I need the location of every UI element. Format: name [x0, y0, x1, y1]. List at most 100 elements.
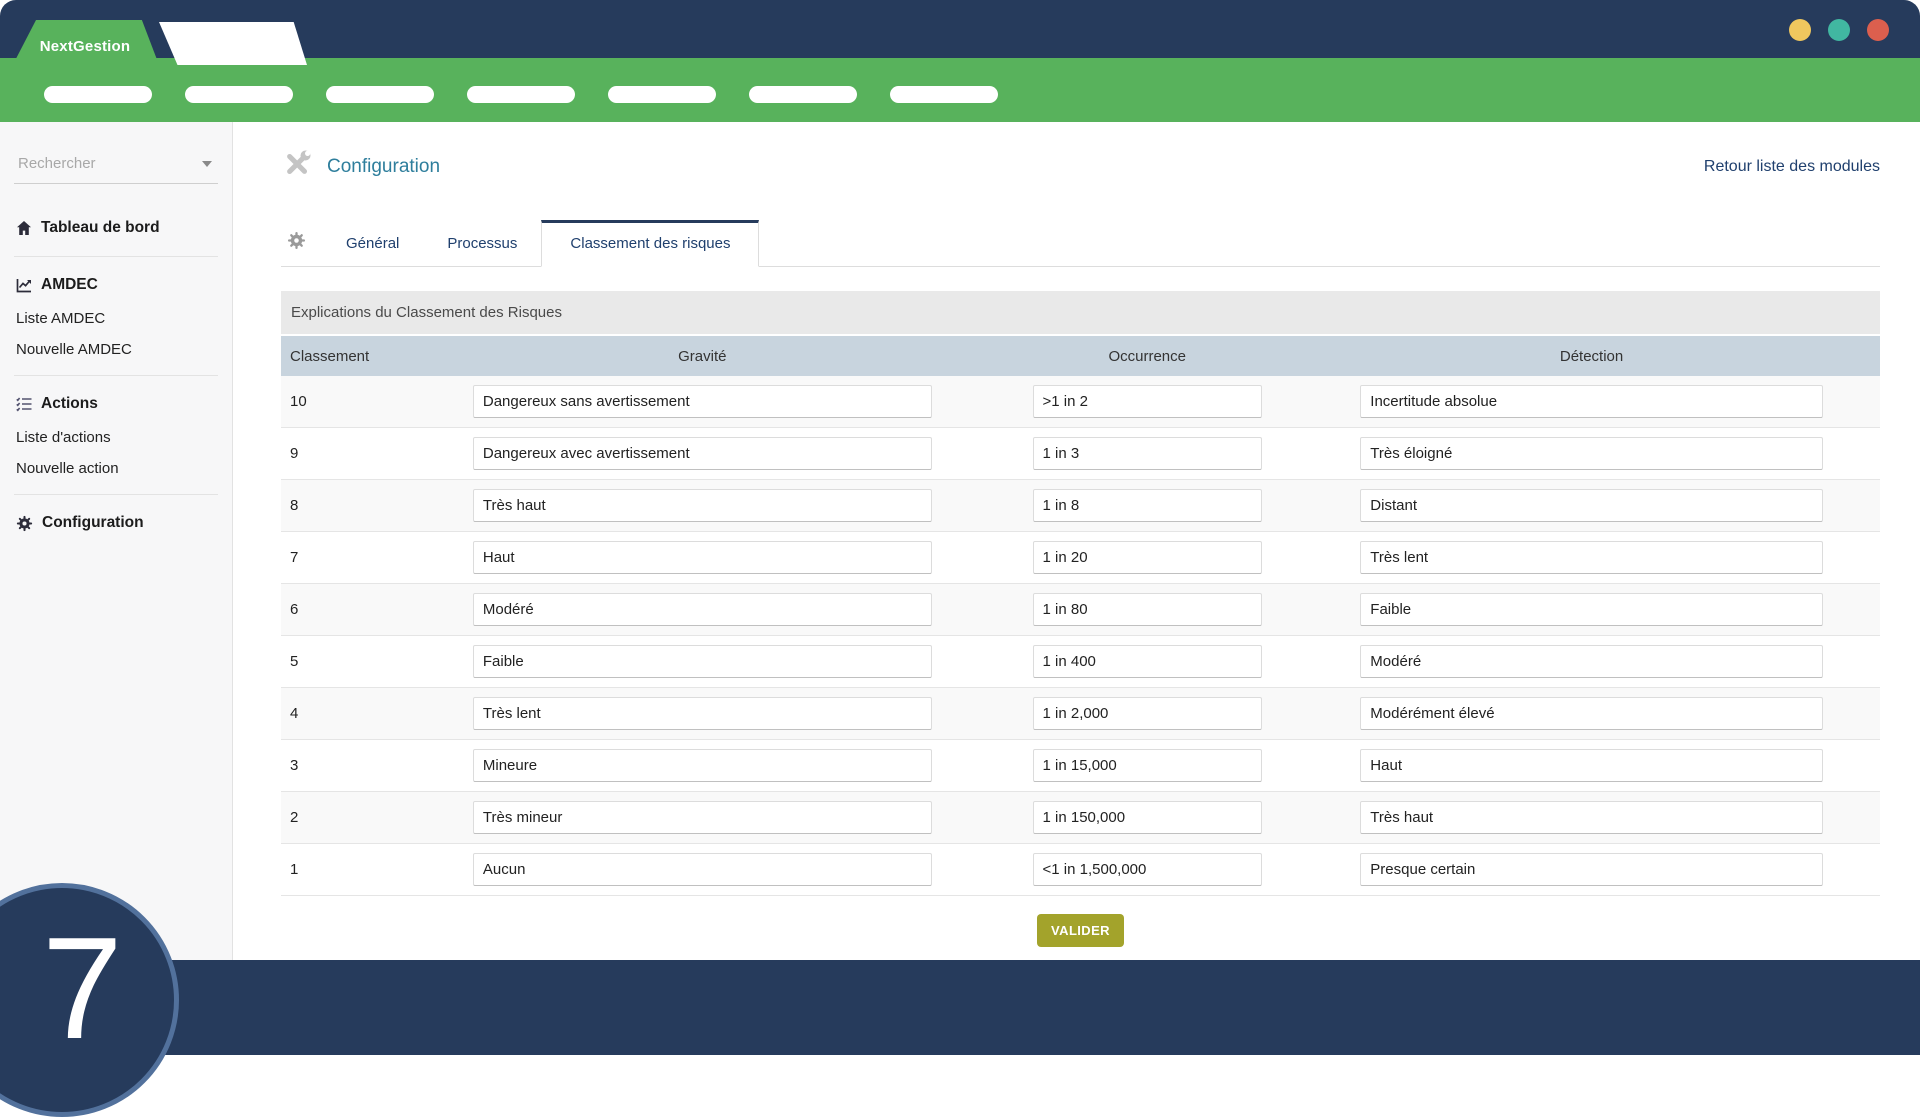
occurrence-input[interactable] [1033, 697, 1262, 730]
detection-input[interactable] [1360, 853, 1823, 886]
detection-input[interactable] [1360, 801, 1823, 834]
sidebar-item-tableau-de-bord[interactable]: Tableau de bord [14, 210, 218, 246]
sidebar-item-amdec[interactable]: AMDEC [14, 267, 218, 303]
page-title: Configuration [327, 156, 440, 178]
occurrence-input[interactable] [1033, 541, 1262, 574]
column-header-gravite: Gravité [473, 348, 932, 365]
classement-value: 2 [281, 809, 473, 826]
sidebar-item-label: Tableau de bord [41, 219, 160, 237]
search-input[interactable] [16, 154, 200, 173]
dot-yellow[interactable] [1789, 19, 1811, 41]
detection-input[interactable] [1360, 489, 1823, 522]
valider-button[interactable]: VALIDER [1037, 914, 1124, 947]
detection-input[interactable] [1360, 645, 1823, 678]
gear-icon [287, 237, 306, 254]
tools-icon [281, 148, 313, 185]
dot-teal[interactable] [1828, 19, 1850, 41]
detection-input[interactable] [1360, 541, 1823, 574]
tab-classement-des-risques[interactable]: Classement des risques [541, 220, 759, 267]
tab-processus[interactable]: Processus [423, 221, 541, 266]
occurrence-input[interactable] [1033, 801, 1262, 834]
gravite-input[interactable] [473, 593, 932, 626]
chevron-down-icon[interactable] [202, 161, 212, 167]
classement-value: 10 [281, 393, 473, 410]
classement-value: 7 [281, 549, 473, 566]
nav-pill-placeholder[interactable] [608, 86, 716, 103]
window-controls [1789, 19, 1889, 41]
classement-value: 9 [281, 445, 473, 462]
detection-input[interactable] [1360, 749, 1823, 782]
table-row: 10 [281, 376, 1880, 428]
occurrence-input[interactable] [1033, 749, 1262, 782]
sidebar-item-label: Configuration [42, 514, 144, 532]
classement-value: 5 [281, 653, 473, 670]
nav-pill-placeholder[interactable] [326, 86, 434, 103]
footer-bar [0, 960, 1920, 1055]
main-content: Configuration Retour liste des modules [233, 122, 1920, 960]
sidebar-item-label: Actions [41, 395, 98, 413]
tab-general[interactable]: Général [322, 221, 423, 266]
detection-input[interactable] [1360, 697, 1823, 730]
detection-input[interactable] [1360, 385, 1823, 418]
detection-input[interactable] [1360, 437, 1823, 470]
occurrence-input[interactable] [1033, 853, 1262, 886]
table-row: 6 [281, 584, 1880, 636]
nav-pill-placeholder[interactable] [44, 86, 152, 103]
list-check-icon [16, 396, 32, 412]
nav-pill-placeholder[interactable] [749, 86, 857, 103]
occurrence-input[interactable] [1033, 437, 1262, 470]
classement-value: 4 [281, 705, 473, 722]
sidebar-item-actions[interactable]: Actions [14, 386, 218, 422]
risk-ranking-panel: Explications du Classement des Risques C… [281, 291, 1880, 960]
classement-value: 1 [281, 861, 473, 878]
table-row: 3 [281, 740, 1880, 792]
sidebar-item-nouvelle-amdec[interactable]: Nouvelle AMDEC [14, 334, 218, 365]
page-header: Configuration Retour liste des modules [281, 148, 1880, 185]
table-row: 8 [281, 480, 1880, 532]
sidebar-item-nouvelle-action[interactable]: Nouvelle action [14, 453, 218, 484]
sidebar-item-label: Liste d'actions [16, 429, 111, 446]
nav-pill-placeholder[interactable] [467, 86, 575, 103]
table-row: 2 [281, 792, 1880, 844]
gravite-input[interactable] [473, 749, 932, 782]
sidebar-item-liste-d-actions[interactable]: Liste d'actions [14, 422, 218, 453]
dot-red[interactable] [1867, 19, 1889, 41]
column-header-occurrence: Occurrence [1033, 348, 1262, 365]
search-box [14, 150, 218, 184]
gravite-input[interactable] [473, 801, 932, 834]
home-icon [16, 220, 32, 236]
panel-caption: Explications du Classement des Risques [281, 291, 1880, 336]
brand-name: NextGestion [40, 38, 131, 55]
gravite-input[interactable] [473, 645, 932, 678]
gravite-input[interactable] [473, 697, 932, 730]
sidebar-item-label: Liste AMDEC [16, 310, 105, 327]
classement-value: 8 [281, 497, 473, 514]
detection-input[interactable] [1360, 593, 1823, 626]
occurrence-input[interactable] [1033, 593, 1262, 626]
secondary-tab-placeholder[interactable] [159, 22, 307, 65]
sidebar-item-configuration[interactable]: Configuration [14, 505, 218, 541]
step-badge-number: 7 [42, 916, 123, 1061]
sidebar-item-label: AMDEC [41, 276, 98, 294]
back-to-modules-link[interactable]: Retour liste des modules [1704, 158, 1880, 176]
tab-gear[interactable] [281, 217, 322, 266]
occurrence-input[interactable] [1033, 489, 1262, 522]
occurrence-input[interactable] [1033, 385, 1262, 418]
occurrence-input[interactable] [1033, 645, 1262, 678]
main-navbar [0, 58, 1920, 122]
gravite-input[interactable] [473, 437, 932, 470]
table-header-row: Classement Gravité Occurrence Détection [281, 336, 1880, 376]
nav-pill-placeholder[interactable] [890, 86, 998, 103]
table-row: 5 [281, 636, 1880, 688]
sidebar-item-label: Nouvelle action [16, 460, 119, 477]
gravite-input[interactable] [473, 541, 932, 574]
classement-value: 6 [281, 601, 473, 618]
sidebar-divider [14, 375, 218, 376]
gravite-input[interactable] [473, 489, 932, 522]
gravite-input[interactable] [473, 385, 932, 418]
nav-pill-placeholder[interactable] [185, 86, 293, 103]
sidebar-item-liste-amdec[interactable]: Liste AMDEC [14, 303, 218, 334]
sidebar-menu: Tableau de bord AMDEC Liste AMDEC Nouvelle … [14, 210, 218, 541]
gravite-input[interactable] [473, 853, 932, 886]
submit-row: VALIDER [281, 896, 1880, 960]
